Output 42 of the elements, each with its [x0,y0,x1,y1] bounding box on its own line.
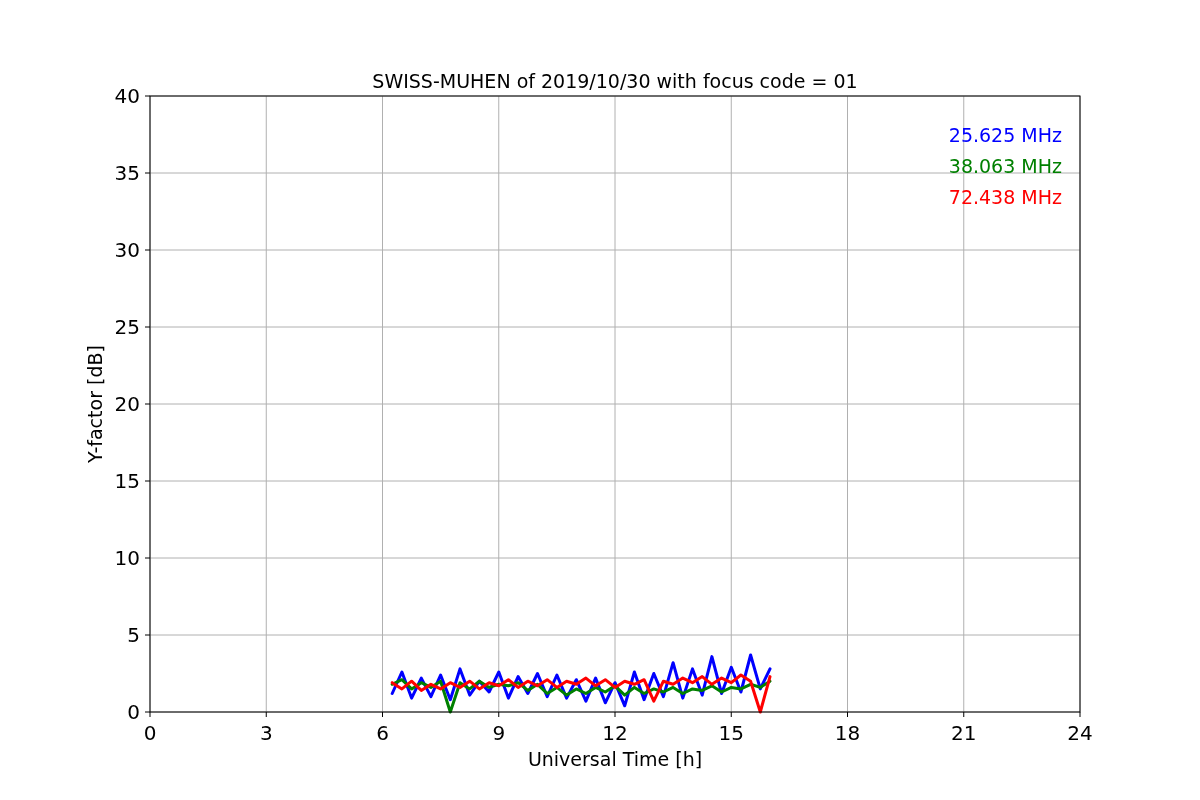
y-tick-mark [144,711,151,713]
y-tick-mark [144,403,151,405]
y-tick-label: 20 [114,392,140,416]
x-tick-mark [498,711,500,718]
x-tick-mark [1079,711,1081,718]
y-tick-mark [144,326,151,328]
y-tick-label: 15 [114,469,140,493]
y-tick-label: 10 [114,546,140,570]
x-tick-mark [149,711,151,718]
x-axis-label: Universal Time [h] [527,748,703,770]
y-tick-mark [144,480,151,482]
legend-label: 25.625 MHz [948,124,1062,146]
x-tick-label: 24 [1067,721,1093,745]
x-tick-mark [382,711,383,718]
y-tick-mark [144,634,151,636]
y-tick-label: 0 [127,700,140,724]
chart-title: SWISS-MUHEN of 2019/10/30 with focus code = 01 [372,70,858,92]
y-tick-mark [144,557,151,559]
y-tick-mark [144,249,151,251]
x-tick-label: 12 [602,721,628,745]
x-tick-label: 0 [143,721,157,745]
x-tick-label: 15 [718,721,744,745]
x-tick-label: 18 [834,721,861,745]
x-tick-mark [614,711,616,718]
legend-label: 72.438 MHz [948,186,1062,208]
y-tick-label: 35 [114,161,140,185]
x-tick-label: 9 [492,721,506,745]
x-tick-label: 21 [951,721,977,745]
y-tick-mark [144,95,151,97]
x-tick-mark [963,711,965,718]
x-tick-mark [730,711,732,718]
x-tick-mark [265,711,267,718]
x-tick-label: 6 [376,721,389,745]
x-tick-mark [847,711,848,718]
x-tick-label: 3 [259,721,273,745]
y-tick-label: 30 [114,238,140,262]
y-tick-label: 40 [114,84,140,108]
y-axis-label: Y-factor [dB] [84,345,106,463]
y-tick-mark [144,172,151,174]
y-tick-label: 5 [127,623,140,647]
legend-label: 38.063 MHz [948,155,1062,177]
y-tick-label: 25 [114,315,140,339]
